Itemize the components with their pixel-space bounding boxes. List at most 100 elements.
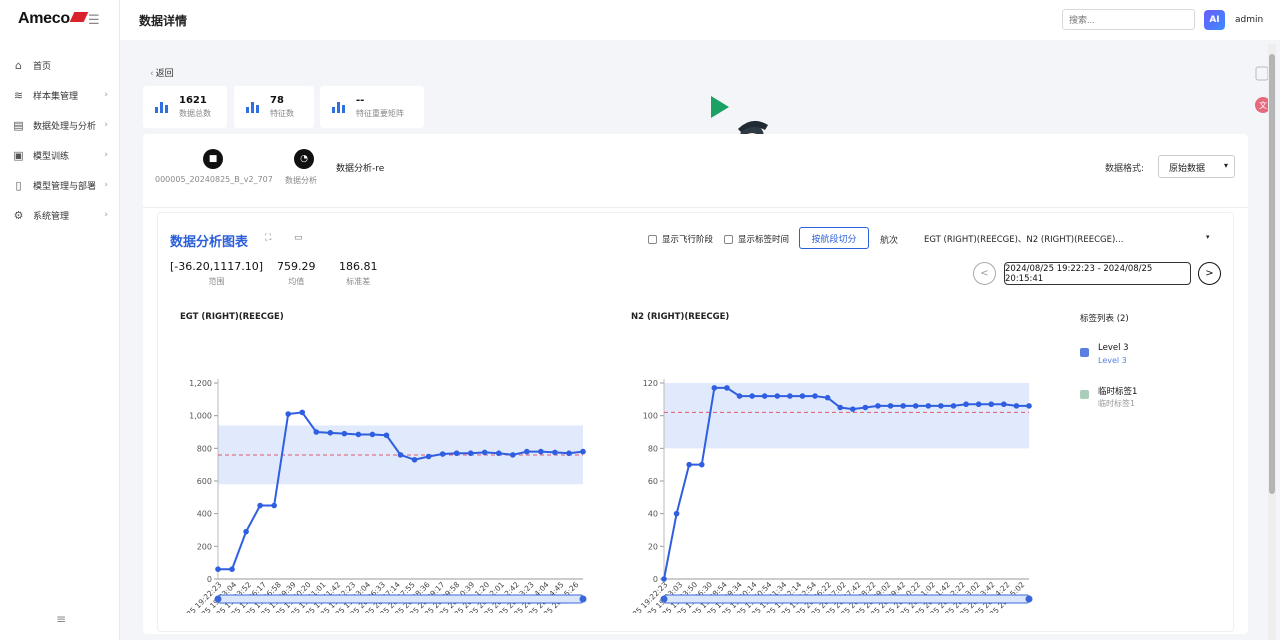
back-link[interactable]: ‹ 返回 bbox=[150, 66, 174, 79]
data-point bbox=[938, 403, 944, 409]
bar-chart-icon bbox=[246, 101, 260, 113]
egt-chart[interactable]: 02004006008001,0001,2002024/08/25 19:22:… bbox=[168, 353, 598, 613]
top-bar: 数据详情 AI admin bbox=[120, 0, 1280, 40]
checkbox-box[interactable] bbox=[724, 234, 733, 244]
data-point bbox=[724, 385, 730, 391]
page-scrollbar[interactable] bbox=[1268, 44, 1276, 640]
sidebar-item-4[interactable]: ▯ 模型管理与部署 › bbox=[0, 170, 120, 200]
data-point bbox=[285, 411, 291, 417]
next-button[interactable]: > bbox=[1198, 262, 1221, 285]
ai-button[interactable]: AI bbox=[1204, 10, 1225, 30]
sidebar-item-label: 样本集管理 bbox=[33, 91, 79, 102]
zoom-handle-left bbox=[660, 595, 668, 603]
database-icon: ▤ bbox=[13, 118, 24, 132]
y-tick-label: 1,200 bbox=[189, 379, 212, 388]
search-input[interactable] bbox=[1062, 9, 1195, 30]
back-arrow-icon: ‹ bbox=[150, 69, 154, 79]
sidebar-item-label: 系统管理 bbox=[33, 211, 70, 222]
time-range[interactable]: 2024/08/25 19:22:23 - 2024/08/25 20:15:4… bbox=[1004, 262, 1191, 285]
step-label: 000005_20240825_B_v2_707 bbox=[155, 175, 273, 184]
sidebar-item-2[interactable]: ▤ 数据处理与分析 › bbox=[0, 110, 120, 140]
data-point bbox=[411, 456, 418, 463]
zoom-handle-left bbox=[214, 595, 222, 603]
data-point bbox=[383, 432, 390, 439]
data-point bbox=[988, 401, 995, 408]
tag-color-swatch bbox=[1080, 348, 1089, 357]
data-point bbox=[1001, 401, 1007, 408]
fullscreen-icon[interactable]: ⛶ bbox=[265, 233, 271, 243]
data-point bbox=[686, 461, 692, 468]
sidebar-item-3[interactable]: ▣ 模型训练 › bbox=[0, 140, 120, 170]
data-point bbox=[327, 430, 334, 436]
file-icon[interactable]: ■ bbox=[203, 149, 223, 169]
scrollbar-thumb[interactable] bbox=[1269, 54, 1275, 494]
metric-mean: 759.29 均值 bbox=[277, 260, 316, 286]
format-select[interactable]: 原始数据 ▾ bbox=[1158, 155, 1235, 178]
y-tick-label: 0 bbox=[207, 575, 212, 584]
format-label: 数据格式: bbox=[1105, 164, 1145, 174]
data-point bbox=[524, 448, 530, 455]
data-point bbox=[369, 431, 376, 438]
n2-chart[interactable]: 0204060801001202024/08/25 19:22:232024/0… bbox=[614, 353, 1044, 613]
sidebar-item-label: 数据处理与分析 bbox=[33, 121, 97, 132]
data-point bbox=[975, 401, 982, 408]
data-point bbox=[900, 403, 906, 409]
data-point bbox=[355, 431, 362, 438]
tag-color-swatch bbox=[1080, 390, 1089, 399]
data-point bbox=[313, 429, 320, 435]
data-point bbox=[566, 450, 572, 457]
data-point bbox=[761, 393, 768, 399]
segment-button[interactable]: 按航段切分 bbox=[799, 227, 869, 249]
data-point bbox=[963, 401, 969, 408]
stat-label: 特征重要矩阵 bbox=[356, 109, 404, 118]
sidebar-item-0[interactable]: ⌂ 首页 bbox=[0, 50, 120, 80]
y-tick-label: 200 bbox=[197, 542, 212, 551]
y-tick-label: 120 bbox=[643, 379, 658, 388]
data-point bbox=[341, 430, 348, 437]
y-tick-label: 0 bbox=[653, 575, 658, 584]
flight-select[interactable]: EGT (RIGHT)(REECGE)、N2 (RIGHT)(REECGE)..… bbox=[924, 233, 1210, 245]
y-tick-label: 100 bbox=[643, 412, 658, 421]
bar-chart-icon bbox=[332, 101, 346, 113]
menu-toggle-icon[interactable]: ☰ bbox=[88, 13, 100, 28]
page-title: 数据详情 bbox=[139, 14, 188, 28]
layers-icon: ≋ bbox=[13, 88, 24, 102]
chevron-right-icon: › bbox=[104, 180, 108, 190]
data-point bbox=[481, 449, 488, 456]
app-logo[interactable]: Ameco bbox=[18, 10, 89, 28]
data-point bbox=[397, 452, 404, 458]
checkbox-flight-phase[interactable]: 显示飞行阶段 bbox=[648, 233, 713, 245]
std-band bbox=[664, 383, 1029, 449]
stat-total: 1621 数据总数 bbox=[143, 86, 227, 128]
checkbox-box[interactable] bbox=[648, 234, 657, 244]
zoom-slider bbox=[217, 594, 584, 604]
data-point bbox=[1013, 403, 1020, 409]
stat-importance: -- 特征重要矩阵 bbox=[320, 86, 424, 128]
data-point bbox=[925, 403, 932, 409]
pie-chart-icon[interactable]: ◔ bbox=[294, 149, 314, 169]
stat-value: -- bbox=[356, 95, 365, 106]
sidebar-item-5[interactable]: ⚙ 系统管理 › bbox=[0, 200, 120, 230]
chevron-right-icon: › bbox=[104, 90, 108, 100]
main-card: ■ 000005_20240825_B_v2_707 ◔ 数据分析 数据分析-r… bbox=[143, 134, 1248, 634]
data-point bbox=[824, 394, 831, 401]
data-point bbox=[787, 393, 793, 399]
sidebar-item-1[interactable]: ≋ 样本集管理 › bbox=[0, 80, 120, 110]
play-icon[interactable] bbox=[710, 95, 730, 119]
collapse-menu-icon[interactable]: ≡ bbox=[56, 612, 66, 626]
data-point bbox=[837, 404, 844, 411]
sidebar-item-label: 模型管理与部署 bbox=[33, 181, 97, 192]
data-point bbox=[799, 393, 806, 399]
prev-button[interactable]: < bbox=[973, 262, 996, 285]
metric-range: [-36.20,1117.10] 范围 bbox=[170, 260, 264, 286]
data-point bbox=[243, 528, 249, 535]
user-name[interactable]: admin bbox=[1235, 15, 1263, 25]
data-point bbox=[736, 393, 743, 399]
monitor-icon[interactable]: ▭ bbox=[294, 233, 303, 243]
tags-title: 标签列表 (2) bbox=[1080, 314, 1129, 324]
step-current: 数据分析-re bbox=[336, 164, 385, 174]
data-point bbox=[862, 404, 869, 411]
checkbox-tag-time[interactable]: 显示标签时间 bbox=[724, 233, 789, 245]
data-point bbox=[425, 453, 432, 460]
data-point bbox=[495, 450, 502, 457]
